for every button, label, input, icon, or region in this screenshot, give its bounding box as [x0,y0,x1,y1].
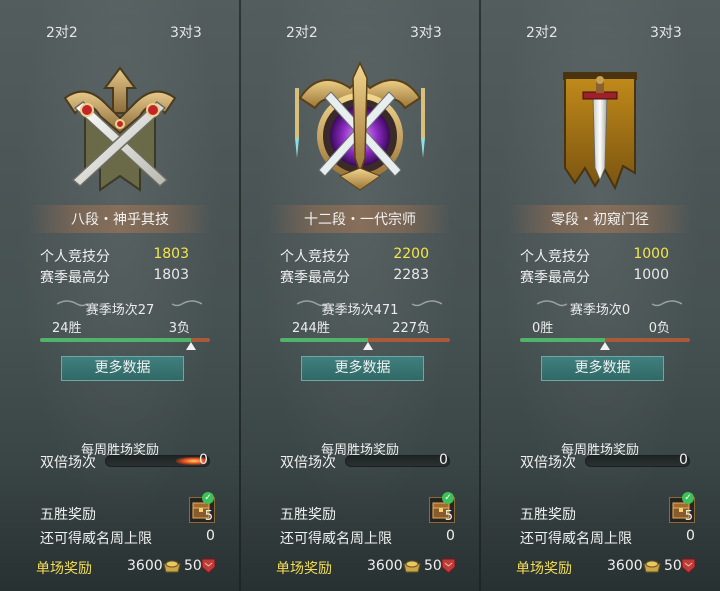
personal-score-label: 个人竞技分 [40,249,110,265]
more-data-button[interactable]: 更多数据 [541,356,664,381]
panel-divider [239,0,241,591]
losses-count: 227负 [392,321,430,336]
five-win-reward-label: 五胜奖励 [40,507,96,523]
check-icon: ✓ [202,492,214,504]
personal-score-value: 1000 [633,246,669,262]
season-high-value: 1803 [153,267,189,283]
more-data-button[interactable]: 更多数据 [301,356,424,381]
tab-3v3[interactable]: 3对3 [650,22,682,42]
gold-ingot-icon [163,560,181,573]
chest-count: 5 [204,509,213,524]
season-high-label: 赛季最高分 [520,270,590,286]
weekly-limit-value: 0 [686,528,695,544]
losses-count: 0负 [648,321,670,336]
weekly-limit-value: 0 [206,528,215,544]
season-high-value: 1000 [633,267,669,283]
rank-panel-3: 2对2 3对3 零段・初窥门径 个人竞技分 1000 赛季最高分 1000 赛季… [480,0,720,591]
honor-badge-icon [681,558,696,574]
win-loss-bar [520,338,690,350]
rank-name: 八段・神乎其技 [71,212,169,228]
tab-2v2[interactable]: 2对2 [526,22,558,42]
season-high-value: 2283 [393,267,429,283]
double-count-label: 双倍场次 [40,455,96,471]
rank-name: 十二段・一代宗师 [304,212,416,228]
chest-count: 5 [684,509,693,524]
sword-banner-emblem-icon [563,72,637,191]
gold-ingot-icon [403,560,421,573]
win-loss-bar [280,338,450,350]
season-high-label: 赛季最高分 [40,270,110,286]
gold-reward-value: 3600 [607,558,643,574]
honor-reward-value: 50 [664,558,682,574]
single-reward-label: 单场奖励 [36,561,92,577]
rank-name: 零段・初窥门径 [551,212,649,228]
weekly-limit-label: 还可得威名周上限 [40,531,152,547]
double-count-bar [345,455,450,467]
panel-divider [479,0,481,591]
chest-count: 5 [444,509,453,524]
check-icon: ✓ [442,492,454,504]
season-matches: 赛季场次0 [569,303,631,318]
rank-panel-1: 2对2 3对3 八段・神乎其技 个人竞技分 1803 赛季最高分 1803 赛季… [0,0,240,591]
win-ratio-marker [186,342,197,350]
winged-sword-purple-emblem-icon [295,61,425,191]
more-data-button[interactable]: 更多数据 [61,356,184,381]
tab-3v3[interactable]: 3对3 [410,22,442,42]
gold-ingot-icon [643,560,661,573]
personal-score-label: 个人竞技分 [280,249,350,265]
gold-reward-value: 3600 [127,558,163,574]
five-win-reward-label: 五胜奖励 [280,507,336,523]
wins-count: 244胜 [292,321,330,336]
win-fill [280,338,369,342]
rank-panel-2: 2对2 3对3 十二段・一代宗师 个人竞技分 2200 赛季最高分 2283 赛… [240,0,480,591]
personal-score-value: 2200 [393,246,429,262]
wins-count: 0胜 [532,321,554,336]
double-count-label: 双倍场次 [280,455,336,471]
weekly-limit-label: 还可得威名周上限 [280,531,392,547]
tab-3v3[interactable]: 3对3 [170,22,202,42]
win-ratio-marker [600,342,610,350]
five-win-reward-label: 五胜奖励 [520,507,576,523]
season-matches: 赛季场次471 [321,303,399,318]
ornament-right-icon [652,300,682,307]
personal-score-label: 个人竞技分 [520,249,590,265]
tab-2v2[interactable]: 2对2 [286,22,318,42]
ornament-right-icon [412,300,442,307]
win-fill [520,338,605,342]
double-count-label: 双倍场次 [520,455,576,471]
double-count-bar [105,455,210,467]
honor-badge-icon [441,558,456,574]
weekly-limit-label: 还可得威名周上限 [520,531,632,547]
honor-reward-value: 50 [424,558,442,574]
gold-reward-value: 3600 [367,558,403,574]
crossed-swords-bronze-emblem-icon [63,66,177,192]
check-icon: ✓ [682,492,694,504]
honor-badge-icon [201,558,216,574]
season-matches: 赛季场次27 [85,303,155,318]
double-count-value: 0 [439,452,448,468]
season-high-label: 赛季最高分 [280,270,350,286]
tab-2v2[interactable]: 2对2 [46,22,78,42]
wins-count: 24胜 [52,321,82,336]
losses-count: 3负 [168,321,190,336]
personal-score-value: 1803 [153,246,189,262]
double-count-bar [585,455,690,467]
double-count-value: 0 [199,452,208,468]
win-ratio-marker [363,342,374,350]
weekly-limit-value: 0 [446,528,455,544]
honor-reward-value: 50 [184,558,202,574]
ornament-right-icon [172,300,202,307]
double-count-value: 0 [679,452,688,468]
win-loss-bar [40,338,210,350]
single-reward-label: 单场奖励 [516,561,572,577]
single-reward-label: 单场奖励 [276,561,332,577]
win-fill [40,338,192,342]
